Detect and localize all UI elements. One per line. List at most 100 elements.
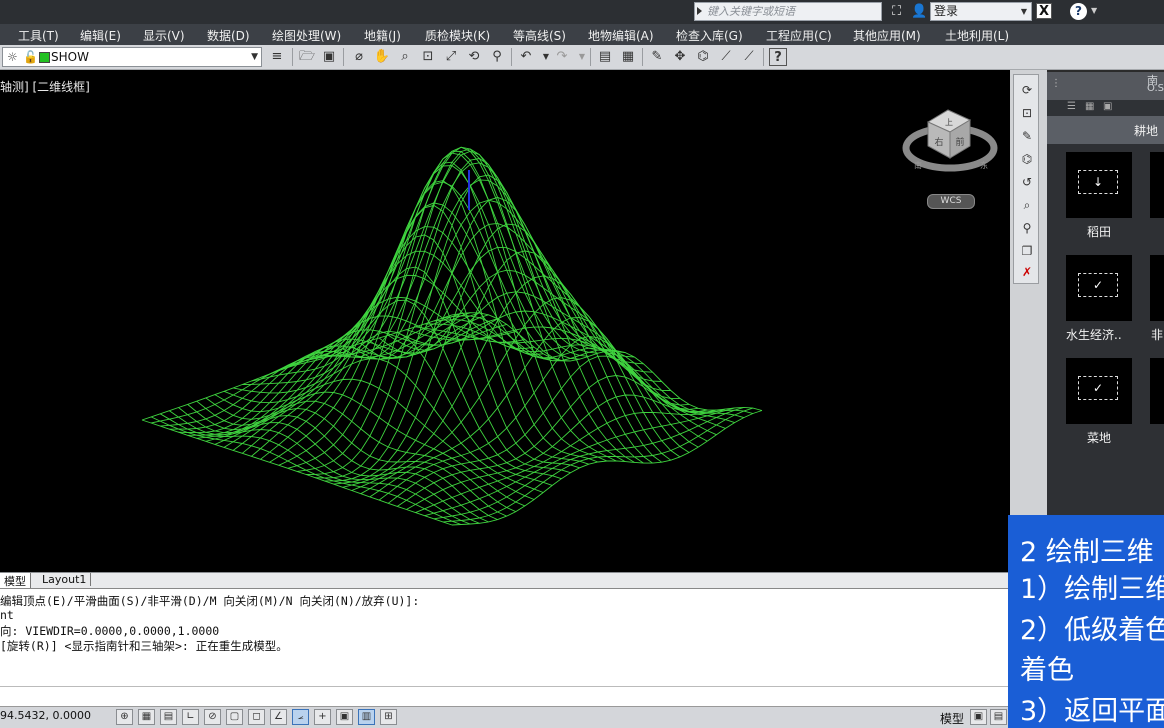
chevron-down-icon[interactable]: ▼ <box>573 48 591 66</box>
coordinate-readout[interactable]: 94.5432, 0.0000 <box>0 709 91 722</box>
node-icon[interactable]: ⌬ <box>1018 150 1036 168</box>
symbol-tile-partial[interactable] <box>1150 152 1164 218</box>
mesh-line <box>278 152 589 466</box>
curve-icon[interactable]: ↺ <box>1018 173 1036 191</box>
viewport-icon[interactable]: ▤ <box>990 709 1007 725</box>
symbol-palette: ⋮ 南 O.S ☰ ▦ ▣ 耕地 ↓ 稻田 ✓ 水生经济.. ✓ 菜地 非 <box>1047 72 1164 520</box>
pencil-icon[interactable]: ✎ <box>1018 127 1036 145</box>
search-input[interactable]: 键入关键字或短语 <box>694 2 882 21</box>
status-toggle-button[interactable]: ▤ <box>160 709 177 725</box>
help-icon[interactable]: ? <box>769 48 787 66</box>
toolbar-divider <box>511 48 512 66</box>
menu-item-0[interactable]: 工具(T) <box>18 27 59 44</box>
command-history: 编辑顶点(E)/平滑曲面(S)/非平滑(D)/M 向关闭(M)/N 向关闭(N)… <box>0 588 1010 686</box>
linetype-icon[interactable]: ≡ <box>268 48 286 66</box>
erase-icon[interactable]: ✗ <box>1018 263 1036 281</box>
user-icon[interactable]: 👤 <box>911 3 928 20</box>
layout-tab-0[interactable]: 模型 <box>0 573 31 589</box>
model-space-label[interactable]: 模型 <box>940 710 964 727</box>
chevron-down-icon[interactable]: ▼ <box>1091 6 1097 15</box>
status-toggle-button[interactable]: ▦ <box>138 709 155 725</box>
menu-item-9[interactable]: 检查入库(G) <box>676 27 743 44</box>
eraser-icon[interactable]: ⌀ <box>350 48 368 66</box>
zoom-pan-icon[interactable]: ⚲ <box>1018 219 1036 237</box>
extend-line-icon[interactable]: ⟋ <box>717 48 735 66</box>
zoom-extents-icon[interactable]: ⤢ <box>442 48 460 66</box>
menu-item-5[interactable]: 地籍(J) <box>364 27 401 44</box>
symbol-label-partial: 非 <box>1151 328 1164 342</box>
zoom-window-icon[interactable]: ⊡ <box>419 48 437 66</box>
zoom-icon[interactable]: ⌕ <box>396 48 414 66</box>
zoom-previous-icon[interactable]: ⟲ <box>465 48 483 66</box>
symbol-glyph: ✓ <box>1078 376 1118 400</box>
design-center-icon[interactable]: ▦ <box>619 48 637 66</box>
login-dropdown[interactable]: 登录 ▼ <box>930 2 1032 21</box>
pencil-icon[interactable]: ✎ <box>648 48 666 66</box>
menu-item-4[interactable]: 绘图处理(W) <box>272 27 341 44</box>
layout-icon[interactable]: ▣ <box>970 709 987 725</box>
menu-item-7[interactable]: 等高线(S) <box>513 27 566 44</box>
mesh-line <box>369 246 681 458</box>
icon-view-icon[interactable]: ▣ <box>1103 101 1112 112</box>
lightbulb-icon[interactable]: ☼ <box>7 48 18 66</box>
menu-item-6[interactable]: 质检模块(K) <box>425 27 490 44</box>
zoom-realtime-icon[interactable]: ⚲ <box>488 48 506 66</box>
redo-icon[interactable]: ↷ <box>553 48 571 66</box>
status-toggle-button[interactable]: ▥ <box>358 709 375 725</box>
status-toggle-button[interactable]: ⊘ <box>204 709 221 725</box>
symbol-tile-partial[interactable] <box>1150 358 1164 424</box>
exchange-button[interactable]: X <box>1036 3 1052 19</box>
symbol-tile-partial[interactable] <box>1150 255 1164 321</box>
copy-icon[interactable]: ❐ <box>1018 242 1036 260</box>
save-icon[interactable]: ▣ <box>320 48 338 66</box>
trim-line-icon[interactable]: ⟋ <box>740 48 758 66</box>
status-toggle-button[interactable]: ⊕ <box>116 709 133 725</box>
command-input[interactable] <box>0 686 1010 706</box>
layer-dropdown[interactable]: ☼ 🔓 SHOW ▼ <box>2 47 262 67</box>
menu-item-3[interactable]: 数据(D) <box>207 27 250 44</box>
menu-item-12[interactable]: 土地利用(L) <box>945 27 1009 44</box>
caption-line: 1）绘制三维 <box>1020 574 1164 605</box>
status-toggle-button[interactable]: ▢ <box>226 709 243 725</box>
zoom-icon[interactable]: ⌕ <box>1018 196 1036 214</box>
menu-item-11[interactable]: 其他应用(M) <box>853 27 921 44</box>
grip-icon[interactable]: ⋮ <box>1051 78 1061 89</box>
pan-hand-icon[interactable]: ✋ <box>373 48 391 66</box>
status-toggle-button[interactable]: ⊞ <box>380 709 397 725</box>
status-toggle-button[interactable]: ⦟ <box>292 709 309 725</box>
undo-icon[interactable]: ↶ <box>517 48 535 66</box>
list-view-icon[interactable]: ☰ <box>1067 101 1076 112</box>
mesh-line <box>178 407 489 523</box>
menu-item-8[interactable]: 地物编辑(A) <box>588 27 654 44</box>
symbol-tile[interactable]: ↓ <box>1066 152 1132 218</box>
symbol-tile[interactable]: ✓ <box>1066 255 1132 321</box>
refresh-icon[interactable]: ⟳ <box>1018 81 1036 99</box>
binoculars-icon[interactable]: ⛶ <box>888 3 905 20</box>
symbol-glyph: ↓ <box>1078 170 1118 194</box>
symbol-tile[interactable]: ✓ <box>1066 358 1132 424</box>
menu-item-10[interactable]: 工程应用(C) <box>766 27 832 44</box>
zoom-window-icon[interactable]: ⊡ <box>1018 104 1036 122</box>
status-toggle-button[interactable]: ∠ <box>270 709 287 725</box>
mesh-line <box>351 199 662 463</box>
open-folder-icon[interactable]: 🗁 <box>298 48 316 66</box>
search-expand-icon[interactable] <box>697 7 702 15</box>
help-button[interactable]: ? <box>1070 3 1087 20</box>
lock-icon[interactable]: 🔓 <box>23 48 38 66</box>
terrain-mesh <box>141 146 763 526</box>
layout-tab-1[interactable]: Layout1 <box>38 573 92 586</box>
menu-item-2[interactable]: 显示(V) <box>143 27 185 44</box>
menu-item-1[interactable]: 编辑(E) <box>80 27 121 44</box>
status-toggle-button[interactable]: ∟ <box>182 709 199 725</box>
drawing-viewport[interactable]: 轴测] [二维线框] 上 右 前 南 东 WCS <box>0 70 1010 572</box>
wcs-menu[interactable]: WCS <box>927 194 975 209</box>
status-toggle-button[interactable]: ◻ <box>248 709 265 725</box>
mesh-line <box>415 408 726 514</box>
status-toggle-button[interactable]: + <box>314 709 331 725</box>
properties-icon[interactable]: ▤ <box>596 48 614 66</box>
move-icon[interactable]: ✥ <box>671 48 689 66</box>
palette-category[interactable]: 耕地 <box>1047 116 1164 144</box>
snap-node-icon[interactable]: ⌬ <box>694 48 712 66</box>
grid-view-icon[interactable]: ▦ <box>1085 101 1094 112</box>
status-toggle-button[interactable]: ▣ <box>336 709 353 725</box>
